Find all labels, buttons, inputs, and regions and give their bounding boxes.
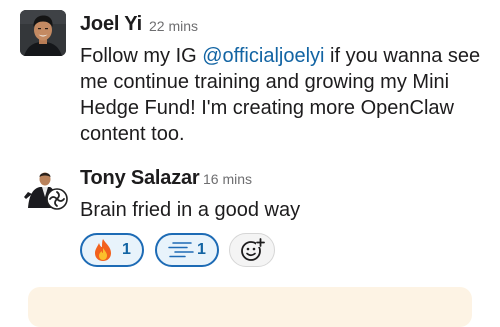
reaction-count: 1: [197, 241, 206, 258]
fire-emoji-icon: [92, 238, 114, 262]
next-message-card: [28, 287, 472, 327]
author-name[interactable]: Tony Salazar: [80, 167, 200, 190]
speed-lines-icon: [165, 238, 195, 262]
message-text: Brain fried in a good way: [80, 199, 301, 221]
add-reaction-icon: [239, 237, 265, 263]
reaction-fire[interactable]: 1: [80, 233, 144, 267]
reaction-speed-lines[interactable]: 1: [155, 233, 219, 267]
reaction-count: 1: [122, 241, 131, 258]
add-reaction-button[interactable]: [229, 233, 275, 267]
avatar-tony-salazar[interactable]: [22, 164, 68, 210]
avatar-joel-yi[interactable]: [20, 10, 66, 56]
message-timestamp[interactable]: 16 mins: [203, 171, 252, 187]
message-timestamp[interactable]: 22 mins: [149, 18, 198, 34]
author-name[interactable]: Joel Yi: [80, 13, 142, 36]
message-text: Follow my IG @officialjoelyi if you wann…: [80, 43, 490, 147]
message-text-part: Follow my IG: [80, 45, 203, 67]
mention-link[interactable]: @officialjoelyi: [202, 45, 324, 67]
